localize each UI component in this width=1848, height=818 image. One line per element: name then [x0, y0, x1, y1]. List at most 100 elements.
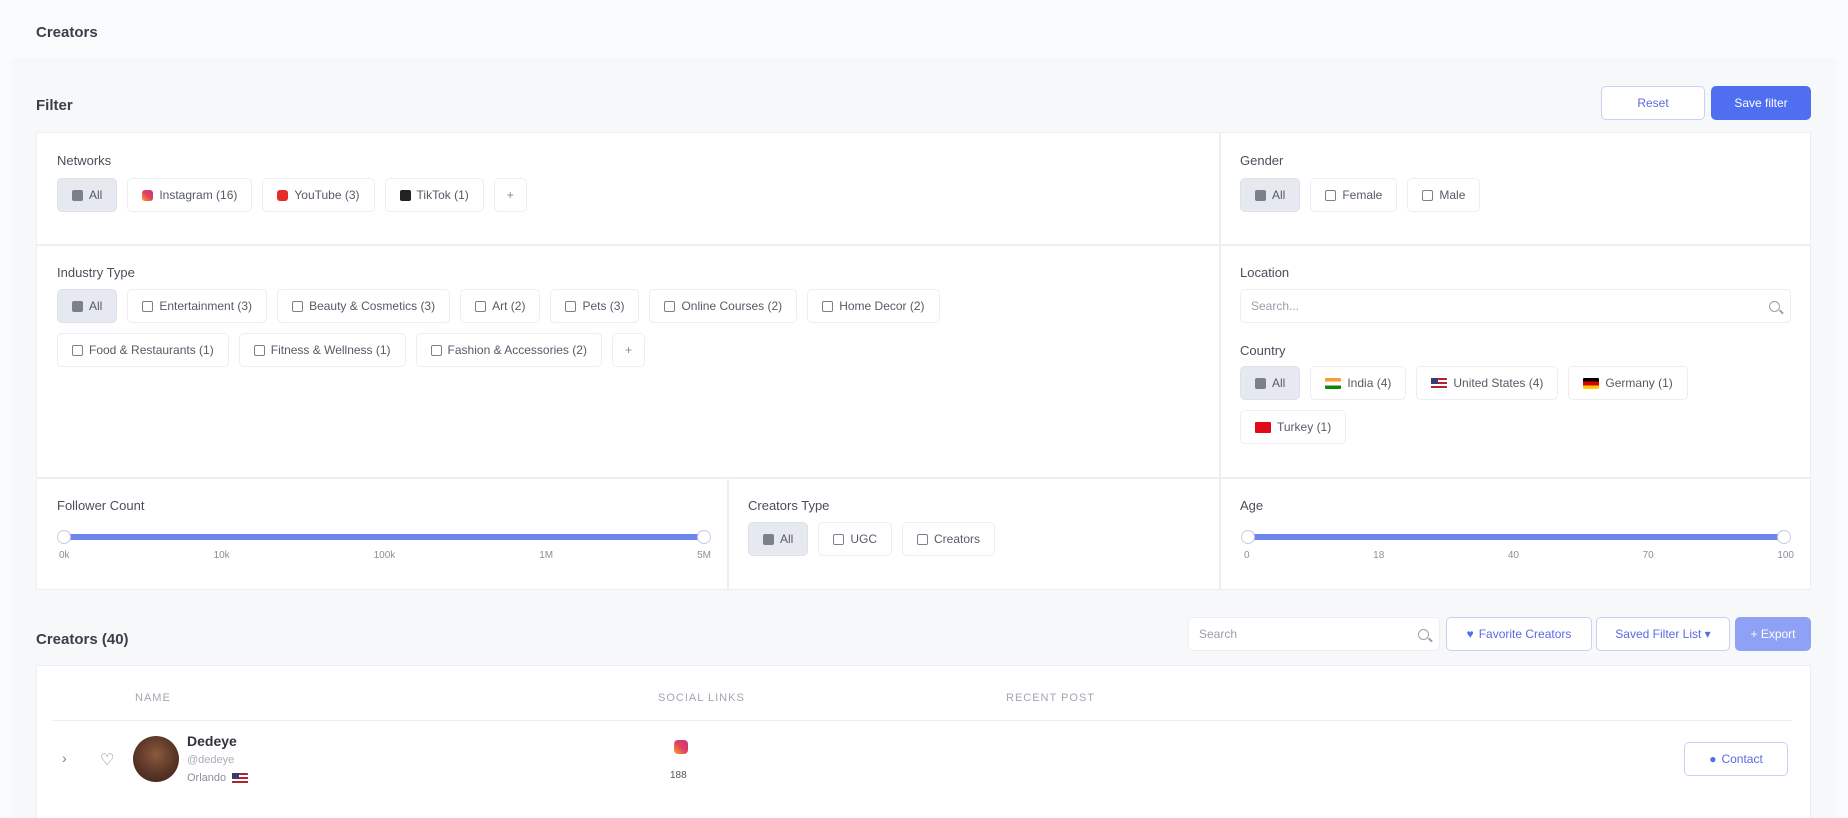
us-flag-icon [1431, 377, 1448, 389]
age-slider-min-handle[interactable] [1241, 530, 1255, 544]
industry-more-button[interactable]: + [611, 333, 645, 367]
network-chip-tiktok[interactable]: TikTok (1) [384, 178, 484, 212]
india-flag-icon [1325, 377, 1342, 389]
search-icon [1418, 628, 1429, 640]
follower-slider-min-handle[interactable] [57, 530, 71, 544]
creator-location: Orlando [187, 772, 249, 784]
country-chip-all[interactable]: All [1240, 366, 1301, 400]
creators-type-chips: All UGC Creators [748, 522, 996, 556]
column-header-recent-post: RECENT POST [1006, 692, 1096, 704]
industry-chip-beauty[interactable]: Beauty & Cosmetics (3) [277, 289, 451, 323]
chat-icon: ● [1709, 752, 1717, 766]
age-slider-max-handle[interactable] [1777, 530, 1791, 544]
industry-chip-entertainment[interactable]: Entertainment (3) [127, 289, 268, 323]
favorite-creators-button[interactable]: ♥ Favorite Creators [1446, 617, 1592, 651]
creators-type-chip-ugc[interactable]: UGC [818, 522, 893, 556]
network-chip-all[interactable]: All [57, 178, 118, 212]
page-title: Creators [36, 24, 98, 41]
export-button[interactable]: + Export [1735, 617, 1811, 651]
creator-name[interactable]: Dedeye [187, 733, 237, 749]
instagram-icon [142, 189, 154, 201]
turkey-flag-icon [1255, 421, 1271, 433]
follower-slider-max-handle[interactable] [697, 530, 711, 544]
age-slider-fill [1248, 534, 1784, 540]
expand-chevron-icon[interactable]: › [62, 750, 67, 766]
industry-chip-art[interactable]: Art (2) [460, 289, 541, 323]
country-chips: All India (4) United States (4) Germany … [1240, 366, 1800, 444]
fashion-icon [430, 344, 442, 356]
network-chip-instagram[interactable]: Instagram (16) [127, 178, 253, 212]
avatar [133, 736, 179, 782]
creators-list-title: Creators (40) [36, 631, 129, 648]
follower-slider[interactable] [57, 530, 711, 544]
networks-chips: All Instagram (16) YouTube (3) TikTok (1… [57, 178, 527, 212]
networks-more-button[interactable]: + [493, 178, 527, 212]
creators-table [36, 665, 1811, 818]
gender-chips: All Female Male [1240, 178, 1481, 212]
location-search-input[interactable] [1251, 299, 1701, 313]
reset-button[interactable]: Reset [1601, 86, 1705, 120]
contact-button[interactable]: ● Contact [1684, 742, 1788, 776]
instagram-follower-count: 188 [670, 770, 687, 781]
creator-icon [917, 533, 929, 545]
grid-icon [1255, 189, 1266, 201]
column-header-name: NAME [135, 692, 171, 704]
creators-search[interactable] [1188, 617, 1440, 651]
ugc-icon [833, 533, 845, 545]
country-chip-turkey[interactable]: Turkey (1) [1240, 410, 1347, 444]
gender-chip-all[interactable]: All [1240, 178, 1301, 212]
grid-icon [72, 189, 83, 201]
fitness-icon [253, 344, 265, 356]
location-search[interactable] [1240, 289, 1791, 323]
industry-chip-home-decor[interactable]: Home Decor (2) [807, 289, 940, 323]
pets-icon [565, 300, 577, 312]
country-chip-india[interactable]: India (4) [1310, 366, 1407, 400]
gender-label: Gender [1240, 153, 1284, 168]
industry-chips: All Entertainment (3) Beauty & Cosmetics… [57, 289, 1057, 367]
saved-filter-dropdown[interactable]: Saved Filter List ▾ [1596, 617, 1730, 651]
grid-icon [763, 533, 774, 545]
location-label: Location [1240, 265, 1290, 280]
gender-chip-female[interactable]: Female [1310, 178, 1398, 212]
country-label: Country [1240, 343, 1286, 358]
male-icon [1422, 189, 1434, 201]
female-icon [1325, 189, 1337, 201]
column-header-social-links: SOCIAL LINKS [658, 692, 745, 704]
beauty-icon [292, 300, 304, 312]
table-divider [52, 720, 1792, 721]
save-filter-button[interactable]: Save filter [1711, 86, 1811, 120]
instagram-icon[interactable] [674, 740, 688, 754]
creator-handle: @dedeye [187, 754, 235, 766]
art-icon [475, 300, 487, 312]
heart-icon: ♥ [1466, 627, 1474, 641]
search-icon [1769, 300, 1780, 312]
country-chip-us[interactable]: United States (4) [1416, 366, 1559, 400]
favorite-heart-icon[interactable]: ♡ [100, 750, 114, 770]
us-flag-icon [232, 772, 249, 784]
industry-chip-pets[interactable]: Pets (3) [550, 289, 640, 323]
home-icon [822, 300, 834, 312]
industry-chip-food[interactable]: Food & Restaurants (1) [57, 333, 229, 367]
entertainment-icon [142, 300, 154, 312]
creators-type-chip-creators[interactable]: Creators [902, 522, 996, 556]
country-chip-germany[interactable]: Germany (1) [1568, 366, 1688, 400]
industry-chip-fitness[interactable]: Fitness & Wellness (1) [238, 333, 406, 367]
network-chip-youtube[interactable]: YouTube (3) [262, 178, 375, 212]
industry-chip-online-courses[interactable]: Online Courses (2) [649, 289, 798, 323]
follower-slider-fill [64, 534, 704, 540]
follower-ticks: 0k 10k 100k 1M 5M [59, 550, 711, 561]
gender-chip-male[interactable]: Male [1407, 178, 1481, 212]
networks-label: Networks [57, 153, 112, 168]
industry-chip-fashion[interactable]: Fashion & Accessories (2) [415, 333, 602, 367]
age-slider[interactable] [1241, 530, 1791, 544]
follower-label: Follower Count [57, 498, 145, 513]
age-label: Age [1240, 498, 1264, 513]
creators-search-input[interactable] [1199, 627, 1395, 641]
creators-type-chip-all[interactable]: All [748, 522, 809, 556]
youtube-icon [277, 189, 289, 201]
creators-type-label: Creators Type [748, 498, 830, 513]
grid-icon [72, 300, 83, 312]
industry-chip-all[interactable]: All [57, 289, 118, 323]
courses-icon [664, 300, 676, 312]
germany-flag-icon [1583, 377, 1600, 389]
